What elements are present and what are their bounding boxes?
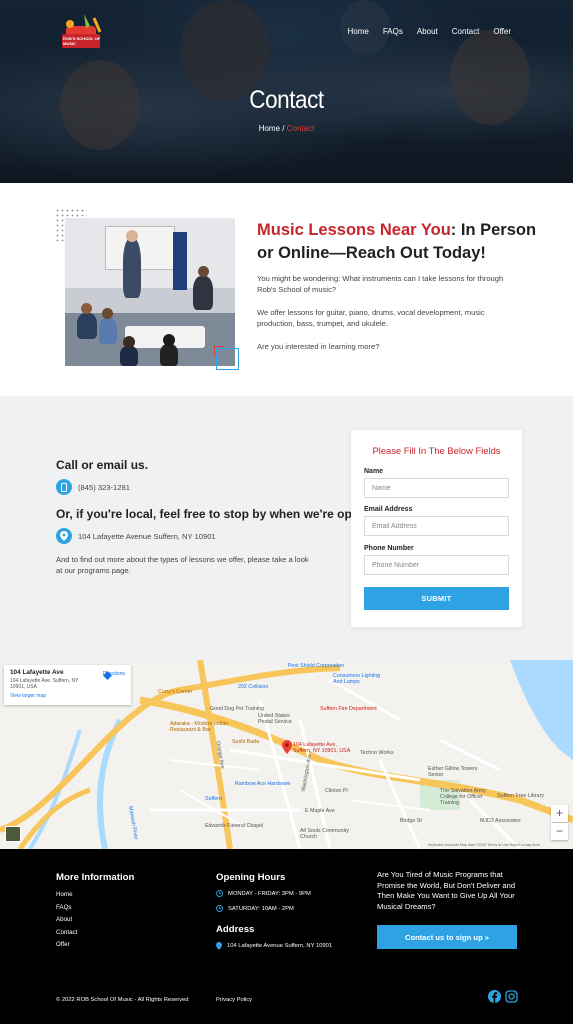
map-label: Bridge St bbox=[400, 818, 422, 824]
footer-address-title: Address bbox=[216, 924, 255, 935]
decor-corner bbox=[214, 346, 224, 356]
footer-link-home[interactable]: Home bbox=[56, 891, 73, 898]
map-card-address: 104 Lafayette Ave, Suffern, NY 10901, US… bbox=[10, 678, 79, 690]
hours-row-weekdays: MONDAY - FRIDAY: 3PM - 9PM bbox=[216, 890, 311, 897]
intro-paragraph-3: Are you interested in learning more? bbox=[257, 342, 380, 351]
directions-button[interactable]: Directions bbox=[102, 671, 125, 680]
email-input[interactable] bbox=[364, 516, 509, 536]
directions-icon bbox=[102, 671, 112, 680]
intro-paragraph-2: We offer lessons for guitar, piano, drum… bbox=[257, 308, 485, 329]
address-row: 104 Lafayette Avenue Suffern, NY 10901 bbox=[56, 528, 216, 544]
zoom-in-button[interactable]: + bbox=[551, 805, 568, 822]
map-label: Curry's Corner bbox=[158, 689, 193, 695]
footer-cta-text: Are You Tired of Music Programs that Pro… bbox=[377, 870, 516, 911]
logo-text: ROB'S SCHOOL OF MUSIC bbox=[63, 36, 101, 46]
nav-faqs[interactable]: FAQs bbox=[383, 27, 403, 36]
map-label: Sushi Bada bbox=[232, 739, 260, 745]
view-larger-map-link[interactable]: View larger map bbox=[10, 693, 125, 699]
programs-note: And to find out more about the types of … bbox=[56, 555, 309, 576]
map-label: United States Postal Service bbox=[258, 713, 292, 725]
map-label: E Maple Ave bbox=[305, 808, 335, 814]
footer-address: 104 Lafayette Avenue Suffern, NY 10901 bbox=[227, 943, 333, 949]
nav-contact[interactable]: Contact bbox=[452, 27, 480, 36]
nav-offer[interactable]: Offer bbox=[493, 27, 511, 36]
map-label: Good Dog Pet Training bbox=[210, 706, 264, 712]
name-input[interactable] bbox=[364, 478, 509, 498]
email-label: Email Address bbox=[364, 506, 413, 513]
map-label: Adaraka - Modern Indian Restaurant & Bar bbox=[170, 721, 229, 733]
form-title: Please Fill In The Below Fields bbox=[372, 445, 501, 456]
phone-input[interactable] bbox=[364, 555, 509, 575]
map-label: MJD3 Associates bbox=[480, 818, 521, 824]
map-pin-icon[interactable] bbox=[282, 740, 292, 754]
name-label: Name bbox=[364, 468, 384, 475]
map-label: The Salvation Army College for Officer T… bbox=[440, 788, 486, 806]
map-pin-label: 104 Lafayette Ave, Suffern, NY 10901, US… bbox=[293, 742, 351, 754]
footer-link-contact[interactable]: Contact bbox=[56, 929, 77, 936]
breadcrumb-separator: / bbox=[280, 124, 287, 133]
facebook-icon[interactable] bbox=[488, 990, 501, 1003]
classroom-photo bbox=[65, 218, 235, 366]
call-heading: Call or email us. bbox=[56, 458, 149, 472]
intro-heading-highlight: Music Lessons Near You bbox=[257, 221, 451, 239]
instagram-icon[interactable] bbox=[505, 990, 518, 1003]
footer-address-row: 104 Lafayette Avenue Suffern, NY 10901 bbox=[216, 942, 332, 950]
phone-label: Phone Number bbox=[364, 545, 414, 552]
location-icon bbox=[56, 528, 72, 544]
map-label: Suffern Free Library bbox=[497, 793, 545, 799]
phone-icon bbox=[56, 479, 72, 495]
hours-saturday: SATURDAY: 10AM - 2PM bbox=[228, 905, 294, 912]
intro-paragraph-1: You might be wondering: What instruments… bbox=[257, 274, 504, 295]
map-label: All Souls Community Church bbox=[300, 828, 349, 840]
footer-more-title: More Information bbox=[56, 872, 135, 883]
street-view-thumbnail[interactable] bbox=[5, 826, 21, 842]
contact-signup-button[interactable]: Contact us to sign up » bbox=[377, 925, 517, 949]
map-label: Edwards Funeral Chapel bbox=[205, 823, 264, 829]
breadcrumb-current: Contact bbox=[286, 124, 315, 133]
map-label: 202 Collision bbox=[238, 684, 269, 690]
map-label: Clinton Pl bbox=[325, 788, 348, 794]
map-label: Consumers Lighting And Lamps bbox=[333, 673, 381, 685]
map-label: Rainbow Ace Hardware bbox=[235, 781, 291, 787]
embedded-map[interactable]: 104 Lafayette Ave 104 Lafayette Ave, Suf… bbox=[0, 660, 573, 849]
address-text: 104 Lafayette Avenue Suffern, NY 10901 bbox=[78, 531, 216, 541]
map-label: Esther Gillow Towers Senior bbox=[428, 766, 478, 778]
clock-icon bbox=[216, 890, 223, 897]
phone-number[interactable]: (845) 323-1281 bbox=[78, 483, 130, 492]
copyright: © 2022 ROB School Of Music - All Rights … bbox=[56, 997, 189, 1003]
page-title: Contact bbox=[249, 86, 324, 114]
hero-banner: ROB'S SCHOOL OF MUSIC Home FAQs About Co… bbox=[0, 0, 573, 183]
intro-heading: Music Lessons Near You: In Person or Onl… bbox=[257, 219, 537, 265]
nav-home[interactable]: Home bbox=[348, 27, 369, 36]
logo[interactable] bbox=[56, 12, 110, 58]
footer-link-about[interactable]: About bbox=[56, 916, 72, 923]
visit-heading: Or, if you're local, feel free to stop b… bbox=[56, 507, 370, 521]
map-info-card: 104 Lafayette Ave 104 Lafayette Ave, Suf… bbox=[4, 665, 131, 705]
submit-button[interactable]: SUBMIT bbox=[364, 587, 509, 610]
contact-form: Please Fill In The Below Fields Name Ema… bbox=[351, 430, 522, 627]
location-icon bbox=[216, 942, 222, 950]
footer-link-faqs[interactable]: FAQs bbox=[56, 904, 71, 911]
map-label: Pest Shield Corporation bbox=[288, 663, 344, 669]
map-attribution: Keyboard shortcuts Map data ©2022 Terms … bbox=[428, 843, 541, 847]
privacy-policy-link[interactable]: Privacy Policy bbox=[216, 997, 252, 1003]
phone-row: (845) 323-1281 bbox=[56, 479, 130, 495]
breadcrumb-home[interactable]: Home bbox=[259, 124, 280, 133]
zoom-out-button[interactable]: − bbox=[551, 823, 568, 840]
map-label: Suffern Fire Department bbox=[320, 706, 377, 712]
breadcrumb: Home / Contact bbox=[0, 124, 573, 133]
clock-icon bbox=[216, 905, 223, 912]
footer-link-offer[interactable]: Offer bbox=[56, 941, 70, 948]
map-label: Techno Works bbox=[360, 750, 394, 756]
hours-row-saturday: SATURDAY: 10AM - 2PM bbox=[216, 905, 294, 912]
page: ROB'S SCHOOL OF MUSIC Home FAQs About Co… bbox=[0, 0, 573, 1024]
footer-hours-title: Opening Hours bbox=[216, 872, 286, 883]
nav-about[interactable]: About bbox=[417, 27, 438, 36]
map-label: Suffern bbox=[205, 796, 222, 802]
hours-weekdays: MONDAY - FRIDAY: 3PM - 9PM bbox=[228, 890, 311, 897]
main-nav: Home FAQs About Contact Offer bbox=[348, 27, 511, 36]
